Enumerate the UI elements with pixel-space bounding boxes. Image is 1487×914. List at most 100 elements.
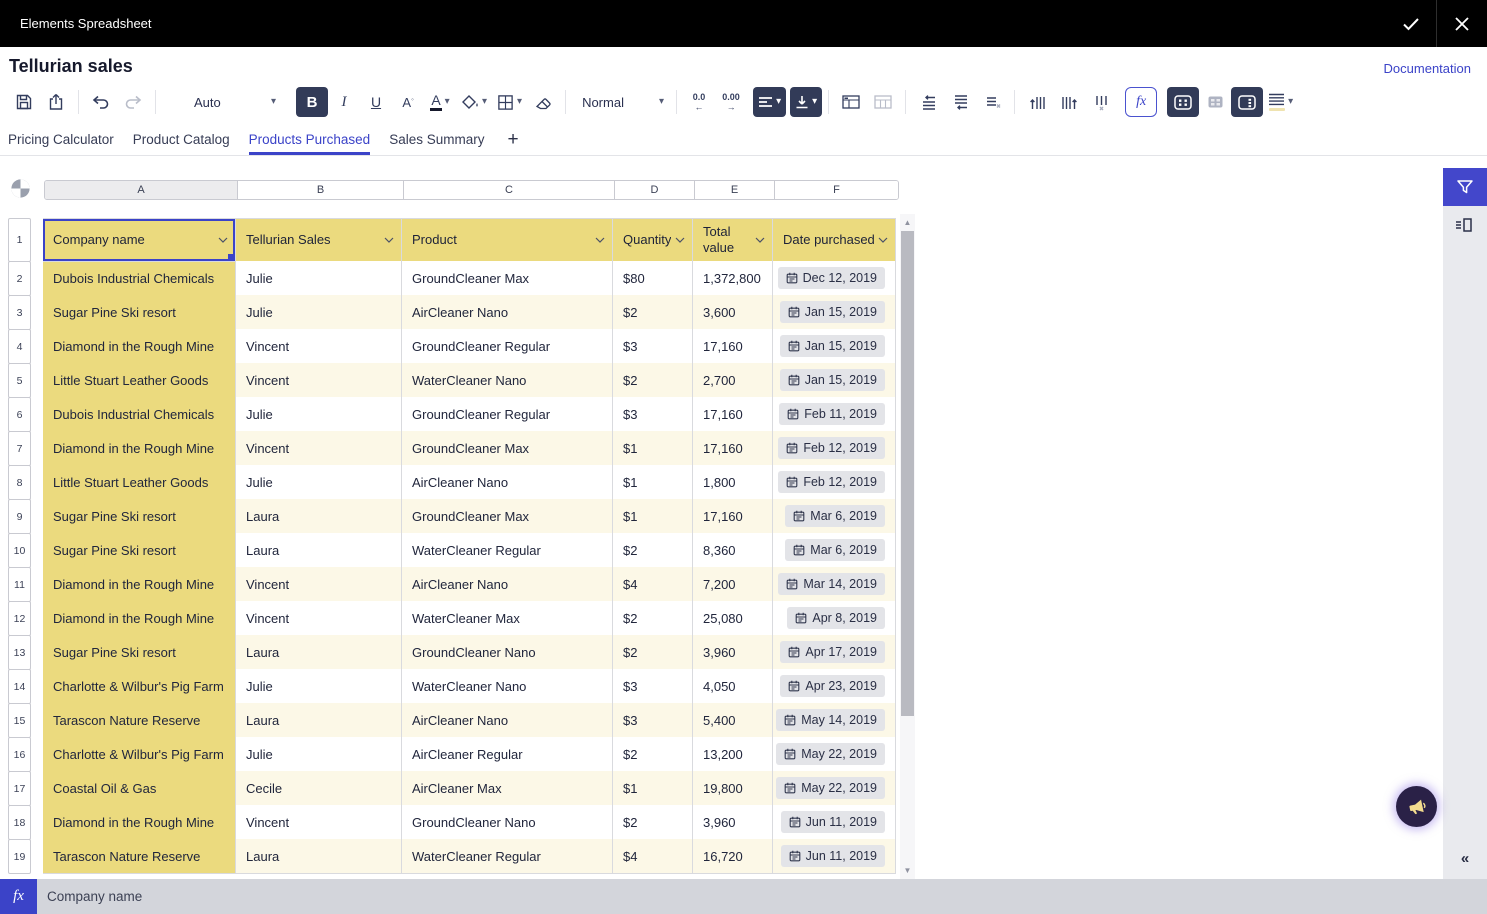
row-header[interactable]: 3 <box>8 295 31 330</box>
cell-date-purchased[interactable]: Feb 11, 2019 <box>773 397 896 432</box>
cell-company-name[interactable]: Diamond in the Rough Mine <box>43 805 236 840</box>
date-pill[interactable]: May 14, 2019 <box>776 709 885 731</box>
row-header[interactable]: 8 <box>8 465 31 500</box>
row-header[interactable]: 12 <box>8 601 31 636</box>
redo-button[interactable] <box>117 87 149 117</box>
cell-date-purchased[interactable]: Feb 12, 2019 <box>773 431 896 466</box>
text-effects-button[interactable]: A◦ <box>392 87 424 117</box>
cell-date-purchased[interactable]: May 22, 2019 <box>773 737 896 772</box>
cell-quantity[interactable]: $4 <box>613 839 693 874</box>
row-header[interactable]: 15 <box>8 703 31 738</box>
cell-total-value[interactable]: 17,160 <box>693 499 773 534</box>
cell-quantity[interactable]: $3 <box>613 397 693 432</box>
cell-tellurian-sales[interactable]: Julie <box>236 295 402 330</box>
cell-tellurian-sales[interactable]: Julie <box>236 669 402 704</box>
formula-button[interactable]: fx <box>1125 87 1157 117</box>
scrollbar-thumb[interactable] <box>901 231 914 716</box>
row-header[interactable]: 18 <box>8 805 31 840</box>
cell-quantity[interactable]: $3 <box>613 703 693 738</box>
horizontal-align-button[interactable]: ▾ <box>753 87 786 117</box>
cell-product[interactable]: GroundCleaner Max <box>402 261 613 296</box>
tab-sales-summary[interactable]: Sales Summary <box>389 124 484 155</box>
cell-product[interactable]: AirCleaner Nano <box>402 295 613 330</box>
cell-date-purchased[interactable]: Jun 11, 2019 <box>773 839 896 874</box>
date-pill[interactable]: Jan 15, 2019 <box>780 335 885 357</box>
cell-tellurian-sales[interactable]: Vincent <box>236 329 402 364</box>
column-header-C[interactable]: C <box>404 181 615 199</box>
date-pill[interactable]: Dec 12, 2019 <box>778 267 885 289</box>
select-all-icon[interactable] <box>9 177 32 200</box>
cell-product[interactable]: AirCleaner Nano <box>402 703 613 738</box>
data-panel-button[interactable] <box>1443 206 1487 244</box>
cell-tellurian-sales[interactable]: Laura <box>236 533 402 568</box>
text-color-button[interactable]: A ▾ <box>424 87 456 117</box>
cell-tellurian-sales[interactable]: Laura <box>236 839 402 874</box>
cell-date-purchased[interactable]: May 14, 2019 <box>773 703 896 738</box>
fx-button[interactable]: fx <box>0 879 37 914</box>
line-spacing-dropdown[interactable]: ▾ <box>1263 87 1298 117</box>
cell-total-value[interactable]: 3,960 <box>693 635 773 670</box>
italic-button[interactable]: I <box>328 87 360 117</box>
cell-total-value[interactable]: 19,800 <box>693 771 773 806</box>
cell-date-purchased[interactable]: Apr 17, 2019 <box>773 635 896 670</box>
cell-tellurian-sales[interactable]: Julie <box>236 261 402 296</box>
merge-cells-button[interactable] <box>835 87 867 117</box>
cell-company-name[interactable]: Charlotte & Wilbur's Pig Farm <box>43 737 236 772</box>
insert-column-left-button[interactable] <box>1021 87 1053 117</box>
header-cell-product[interactable]: Product <box>402 218 613 262</box>
row-header[interactable]: 4 <box>8 329 31 364</box>
column-header-E[interactable]: E <box>695 181 775 199</box>
cell-total-value[interactable]: 8,360 <box>693 533 773 568</box>
date-pill[interactable]: May 22, 2019 <box>776 777 885 799</box>
cell-company-name[interactable]: Diamond in the Rough Mine <box>43 431 236 466</box>
row-header[interactable]: 9 <box>8 499 31 534</box>
cell-company-name[interactable]: Dubois Industrial Chemicals <box>43 397 236 432</box>
row-header[interactable]: 5 <box>8 363 31 398</box>
bold-button[interactable]: B <box>296 87 328 117</box>
cell-date-purchased[interactable]: Jun 11, 2019 <box>773 805 896 840</box>
cell-product[interactable]: AirCleaner Nano <box>402 465 613 500</box>
date-pill[interactable]: Jan 15, 2019 <box>780 301 885 323</box>
cell-tellurian-sales[interactable]: Vincent <box>236 601 402 636</box>
column-header-D[interactable]: D <box>615 181 695 199</box>
insert-row-above-button[interactable] <box>912 87 944 117</box>
cell-quantity[interactable]: $2 <box>613 601 693 636</box>
mini-grid-button[interactable] <box>1199 87 1231 117</box>
documentation-link[interactable]: Documentation <box>1384 61 1471 76</box>
cell-date-purchased[interactable]: Feb 12, 2019 <box>773 465 896 500</box>
cell-total-value[interactable]: 1,372,800 <box>693 261 773 296</box>
row-header[interactable]: 13 <box>8 635 31 670</box>
scroll-down-icon[interactable]: ▼ <box>900 866 915 875</box>
cell-date-purchased[interactable]: Dec 12, 2019 <box>773 261 896 296</box>
scroll-up-icon[interactable]: ▲ <box>900 218 915 227</box>
date-pill[interactable]: Feb 12, 2019 <box>778 437 885 459</box>
cell-product[interactable]: AirCleaner Nano <box>402 567 613 602</box>
header-cell-quantity[interactable]: Quantity <box>613 218 693 262</box>
cell-quantity[interactable]: $1 <box>613 431 693 466</box>
cell-total-value[interactable]: 1,800 <box>693 465 773 500</box>
cell-total-value[interactable]: 17,160 <box>693 397 773 432</box>
cell-company-name[interactable]: Sugar Pine Ski resort <box>43 533 236 568</box>
date-pill[interactable]: Apr 17, 2019 <box>780 641 885 663</box>
cell-total-value[interactable]: 17,160 <box>693 431 773 466</box>
cell-tellurian-sales[interactable]: Vincent <box>236 363 402 398</box>
column-header-B[interactable]: B <box>238 181 404 199</box>
cell-product[interactable]: GroundCleaner Regular <box>402 397 613 432</box>
cell-tellurian-sales[interactable]: Cecile <box>236 771 402 806</box>
cell-quantity[interactable]: $1 <box>613 465 693 500</box>
cell-total-value[interactable]: 5,400 <box>693 703 773 738</box>
cell-quantity[interactable]: $3 <box>613 669 693 704</box>
tab-products-purchased[interactable]: Products Purchased <box>249 124 371 155</box>
cell-company-name[interactable]: Diamond in the Rough Mine <box>43 567 236 602</box>
cell-tellurian-sales[interactable]: Vincent <box>236 567 402 602</box>
insert-row-below-button[interactable] <box>944 87 976 117</box>
cell-tellurian-sales[interactable]: Laura <box>236 499 402 534</box>
cell-product[interactable]: AirCleaner Regular <box>402 737 613 772</box>
delete-column-button[interactable] <box>1085 87 1117 117</box>
cell-product[interactable]: AirCleaner Max <box>402 771 613 806</box>
cell-company-name[interactable]: Charlotte & Wilbur's Pig Farm <box>43 669 236 704</box>
add-sheet-button[interactable]: + <box>503 124 522 155</box>
cell-date-purchased[interactable]: Jan 15, 2019 <box>773 363 896 398</box>
row-header[interactable]: 17 <box>8 771 31 806</box>
header-cell-company-name[interactable]: Company name <box>43 218 236 262</box>
